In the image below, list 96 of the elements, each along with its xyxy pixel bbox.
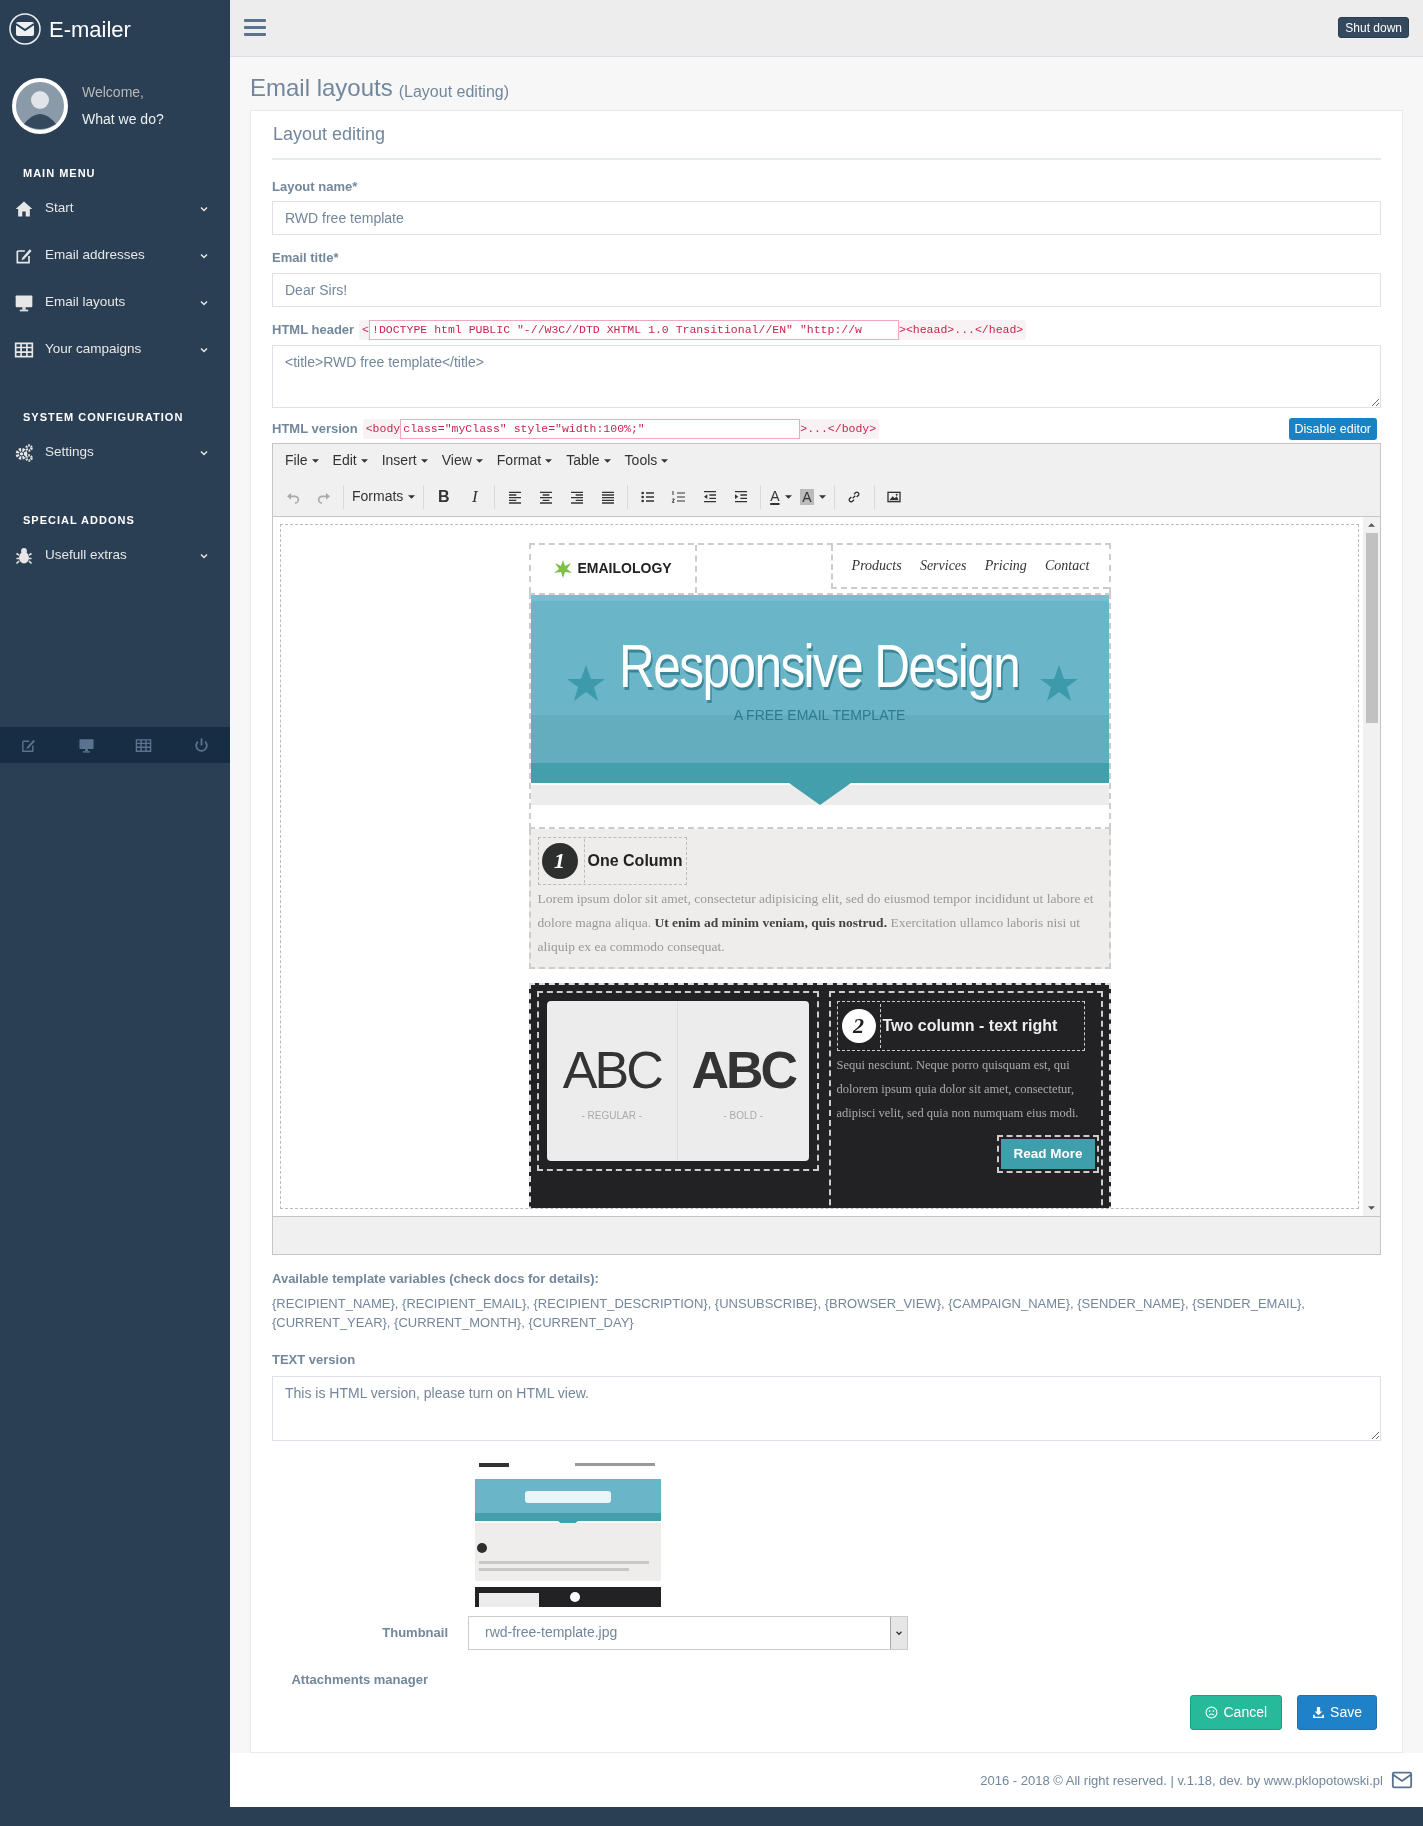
code-input-field[interactable]: class="myClass" style="width:100%;" <box>400 418 801 439</box>
input-field[interactable]: RWD free template <box>272 201 1381 236</box>
bug-icon <box>14 545 34 566</box>
scroll-down-icon[interactable] <box>1368 1205 1375 1210</box>
banner-title: Responsive Design <box>619 629 1020 702</box>
code-text: <body <box>365 421 401 438</box>
caret-icon <box>475 458 483 463</box>
star-logo-icon <box>552 558 573 579</box>
footer-text: 2016 - 2018 © All right reserved. | v.1.18, dev. by www.pklopotowski.pl <box>980 1771 1383 1790</box>
page-title: Email layouts <box>250 75 393 100</box>
sample-text: ABC <box>562 1040 661 1102</box>
menu-item[interactable]: Start <box>0 185 230 232</box>
section-title: Two column - text right <box>879 1003 1058 1048</box>
menu-item[interactable]: View <box>435 446 489 475</box>
caret-icon <box>420 458 428 463</box>
field-label: HTML header <box>272 321 355 340</box>
section-title: One Column <box>583 838 683 883</box>
number-badge: 1 <box>541 842 578 879</box>
scrollbar-thumb[interactable] <box>1365 532 1378 723</box>
sample-text: ABC <box>691 1040 796 1102</box>
section-text: Sequi nesciunt. Neque porro quisquam est, qui dolorem ipsum quia dolor sit amet, consectetur, adipisci velit, sed quia non numquam eius modi. <box>836 1056 1080 1122</box>
caret-icon <box>408 494 416 499</box>
italic-button[interactable]: I <box>459 481 491 512</box>
sample-caption: - BOLD - <box>723 1109 763 1124</box>
number-badge: 2 <box>841 1008 876 1043</box>
user-name: What we do? <box>82 109 164 129</box>
variables-list: {RECIPIENT_NAME}, {RECIPIENT_EMAIL}, {RECIPIENT_DESCRIPTION}, {UNSUBSCRIBE}, {BROWSER_VIEW}, {CAMPAIGN_NAME}, {SENDER_NAME}, {SENDER_EMAIL}, {CURRENT_YEAR}, {CURRENT_MONTH}, {CURRENT_DAY} <box>272 1294 1381 1333</box>
section-text: Lorem ipsum dolor sit amet, consectetur adipisicing elit, sed do eiusmod tempor incididunt ut labore et dolore magna aliqua. Ut enim ad minim veniam, quis nostrud. Exercitation ullamco laboris nisi ut aliquip ex ea commodo consequat. <box>537 889 1095 956</box>
scrollbar[interactable] <box>1363 516 1380 1216</box>
outdent-icon <box>701 488 718 505</box>
menu-item[interactable]: Settings <box>0 429 230 476</box>
menu-item[interactable]: Your campaigns <box>0 326 230 373</box>
caret-icon <box>311 458 319 463</box>
shut-down-button[interactable]: Shut down <box>1338 17 1409 39</box>
disable-editor-button[interactable]: Disable editor <box>1288 417 1377 440</box>
banner-subtitle: A FREE EMAIL TEMPLATE <box>733 705 906 725</box>
menu-item[interactable]: Email layouts <box>0 279 230 326</box>
menu-icon[interactable] <box>244 17 266 39</box>
menu-item[interactable]: Email addresses <box>0 232 230 279</box>
download-icon <box>1312 1706 1326 1720</box>
thumbnail-select[interactable]: rwd-free-template.jpg <box>468 1615 908 1650</box>
save-button[interactable]: Save <box>1297 1695 1377 1731</box>
section-heading: SYSTEM CONFIGURATION <box>22 409 185 425</box>
avatar <box>12 77 68 134</box>
field-label: Layout name* <box>272 177 359 196</box>
brand-name: E-mailer <box>49 15 131 44</box>
code-text: < <box>362 322 369 339</box>
panel-title: Layout editing <box>273 122 386 146</box>
field-label: Thumbnail <box>381 1624 449 1643</box>
scroll-up-icon[interactable] <box>1368 522 1375 527</box>
code-text: >...</body> <box>800 421 877 438</box>
indent-icon <box>732 488 749 505</box>
caret-icon <box>360 458 368 463</box>
power-icon[interactable] <box>192 736 210 754</box>
menu-item[interactable]: Usefull extras <box>0 532 230 579</box>
gears-icon <box>14 442 34 463</box>
formats-dropdown[interactable]: Formats <box>348 481 420 512</box>
caret-icon <box>603 458 611 463</box>
sample-caption: - REGULAR - <box>581 1109 643 1124</box>
logo-text: EMAILOLOGY <box>577 559 672 579</box>
background-color-button[interactable]: A <box>796 481 830 512</box>
page-subtitle: (Layout editing) <box>398 83 510 100</box>
caret-icon <box>661 458 669 463</box>
field-label: Available template variables (check docs for details): <box>272 1269 600 1288</box>
section-heading: MAIN MENU <box>22 165 97 181</box>
field-label: Email title* <box>272 249 340 268</box>
nav-link[interactable]: Products <box>851 555 902 577</box>
menu-item[interactable]: File <box>279 446 325 475</box>
code-text: ><heaad>...</head> <box>899 322 1024 339</box>
code-input-field[interactable]: !DOCTYPE html PUBLIC "-//W3C//DTD XHTML 1.0 Transitional//EN" "http://w <box>369 319 899 340</box>
envelope-logo-icon <box>9 13 41 45</box>
field-label: HTML version <box>272 420 358 439</box>
nav-link[interactable]: Services <box>919 555 967 577</box>
textarea-field[interactable]: This is HTML version, please turn on HTML view. <box>272 1375 1381 1441</box>
numbers-icon <box>670 488 687 505</box>
field-label: TEXT version <box>272 1351 357 1370</box>
monitor-icon[interactable] <box>77 736 95 754</box>
sad-face-icon <box>1205 1706 1219 1720</box>
welcome-text: Welcome, <box>82 82 145 102</box>
menu-item[interactable]: Tools <box>618 446 675 475</box>
text-color-button[interactable]: A <box>765 481 797 512</box>
field-label: Attachments manager <box>290 1670 428 1689</box>
nav-link[interactable]: Pricing <box>984 555 1027 577</box>
table-icon[interactable] <box>135 736 153 754</box>
input-field[interactable]: Dear Sirs! <box>272 272 1381 307</box>
caret-icon <box>545 458 553 463</box>
menu-item[interactable]: Format <box>490 446 559 475</box>
caret-icon <box>784 494 792 499</box>
menu-item[interactable]: Table <box>560 446 617 475</box>
menu-item[interactable]: Insert <box>375 446 434 475</box>
menu-item[interactable]: Edit <box>326 446 374 475</box>
caret-icon <box>818 494 826 499</box>
nav-link[interactable]: Contact <box>1045 555 1090 577</box>
textarea-field[interactable]: <title>RWD free template</title> <box>272 344 1381 408</box>
bold-button[interactable]: B <box>428 481 460 512</box>
section-heading: SPECIAL ADDONS <box>22 512 136 528</box>
